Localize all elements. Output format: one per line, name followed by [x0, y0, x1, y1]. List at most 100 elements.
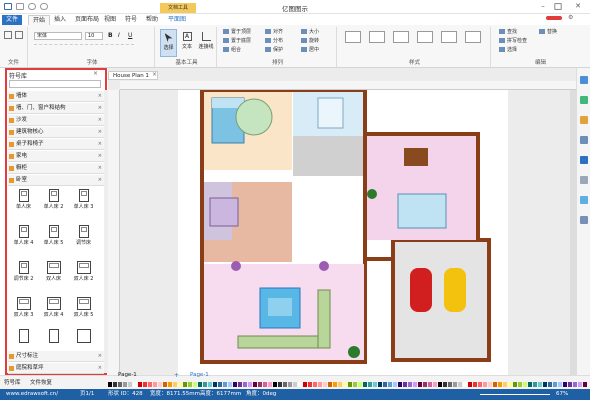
bold-button[interactable]: B	[108, 32, 113, 39]
color-swatch[interactable]	[393, 382, 397, 387]
status-url[interactable]: www.edrawsoft.cn/	[6, 389, 58, 400]
color-swatch[interactable]	[468, 382, 472, 387]
style-swatch[interactable]	[369, 31, 385, 43]
color-swatch[interactable]	[543, 382, 547, 387]
shadow-icon[interactable]	[580, 136, 588, 144]
underline-button[interactable]: U	[128, 32, 132, 39]
color-swatch[interactable]	[208, 382, 212, 387]
italic-button[interactable]: I	[118, 32, 120, 39]
layers-icon[interactable]	[580, 156, 588, 164]
new-icon[interactable]	[4, 31, 12, 39]
shape-double-bed-2[interactable]: 双人床 2	[71, 261, 96, 283]
format-icon[interactable]	[580, 76, 588, 84]
color-swatch[interactable]	[293, 382, 297, 387]
page-icon[interactable]	[580, 176, 588, 184]
color-swatch[interactable]	[203, 382, 207, 387]
menu-symbols[interactable]: 符号	[121, 15, 141, 25]
color-swatch[interactable]	[373, 382, 377, 387]
color-swatch[interactable]	[433, 382, 437, 387]
tab-close-icon[interactable]: ×	[152, 71, 157, 78]
style-swatch[interactable]	[417, 31, 433, 43]
menu-floor-plan[interactable]: 平面图	[164, 15, 190, 25]
color-swatch[interactable]	[403, 382, 407, 387]
menu-insert[interactable]: 插入	[50, 15, 70, 25]
color-swatch[interactable]	[323, 382, 327, 387]
color-swatch[interactable]	[108, 382, 112, 387]
color-swatch[interactable]	[503, 382, 507, 387]
zoom-level[interactable]: 67%	[556, 389, 568, 400]
color-swatch[interactable]	[548, 382, 552, 387]
color-swatch[interactable]	[408, 382, 412, 387]
panel-tab-library[interactable]: 符号库	[4, 378, 21, 386]
shape-adjustable-bed-2[interactable]: 调节床 2	[11, 261, 36, 283]
fill-icon[interactable]	[580, 96, 588, 104]
shape-single-bed-2[interactable]: 单人床 2	[41, 189, 66, 211]
color-swatch[interactable]	[128, 382, 132, 387]
color-swatch[interactable]	[153, 382, 157, 387]
color-swatch[interactable]	[198, 382, 202, 387]
library-close-icon[interactable]: ×	[93, 70, 98, 77]
category-cabinets[interactable]: 橱柜 ×	[8, 163, 104, 174]
panel-tab-recovery[interactable]: 文件恢复	[30, 378, 52, 386]
menu-page-layout[interactable]: 页面布局	[71, 15, 103, 25]
color-swatch[interactable]	[398, 382, 402, 387]
shape-single-bed-4[interactable]: 单人床 4	[11, 225, 36, 247]
color-swatch[interactable]	[163, 382, 167, 387]
color-swatch[interactable]	[358, 382, 362, 387]
color-swatch[interactable]	[148, 382, 152, 387]
category-building-core[interactable]: 建筑物核心 ×	[8, 127, 104, 138]
color-swatch[interactable]	[463, 382, 467, 387]
color-swatch[interactable]	[248, 382, 252, 387]
color-swatch[interactable]	[193, 382, 197, 387]
color-swatch[interactable]	[378, 382, 382, 387]
select-menu-button[interactable]: 选择	[499, 47, 517, 54]
color-swatch[interactable]	[388, 382, 392, 387]
color-swatch[interactable]	[263, 382, 267, 387]
color-swatch[interactable]	[233, 382, 237, 387]
color-swatch[interactable]	[443, 382, 447, 387]
color-swatch[interactable]	[413, 382, 417, 387]
shape-double-bed[interactable]: 双人床	[41, 261, 66, 283]
color-swatch[interactable]	[173, 382, 177, 387]
color-swatch[interactable]	[508, 382, 512, 387]
color-swatch[interactable]	[483, 382, 487, 387]
color-swatch[interactable]	[513, 382, 517, 387]
category-dimensions[interactable]: 尺寸标注 ×	[8, 351, 104, 362]
color-swatch[interactable]	[538, 382, 542, 387]
color-swatch[interactable]	[368, 382, 372, 387]
color-swatch[interactable]	[183, 382, 187, 387]
protect-button[interactable]: 保护	[265, 47, 283, 54]
tab-page-1[interactable]: Page-1	[190, 372, 209, 378]
color-swatch[interactable]	[573, 382, 577, 387]
text-button[interactable]: A 文本	[179, 29, 195, 57]
connector-button[interactable]: 连接线	[196, 29, 216, 57]
category-walls[interactable]: 墙体 ×	[8, 91, 104, 102]
color-swatch[interactable]	[298, 382, 302, 387]
category-bedroom[interactable]: 卧室 ×	[8, 175, 104, 186]
page-selector[interactable]: Page-1	[118, 372, 168, 380]
color-swatch[interactable]	[458, 382, 462, 387]
drawing-page[interactable]	[178, 88, 508, 375]
color-swatch[interactable]	[333, 382, 337, 387]
color-swatch[interactable]	[553, 382, 557, 387]
replace-button[interactable]: 替换	[539, 29, 557, 36]
comment-icon[interactable]	[580, 196, 588, 204]
color-swatch[interactable]	[303, 382, 307, 387]
shape-single-bed[interactable]: 单人床	[11, 189, 36, 211]
settings-icon[interactable]: ⚙	[568, 14, 573, 21]
color-swatch[interactable]	[578, 382, 582, 387]
color-swatch[interactable]	[308, 382, 312, 387]
color-swatch[interactable]	[118, 382, 122, 387]
color-swatch[interactable]	[168, 382, 172, 387]
color-swatch[interactable]	[273, 382, 277, 387]
color-swatch[interactable]	[133, 382, 137, 387]
zoom-slider[interactable]	[480, 394, 550, 395]
send-back-button[interactable]: 置于底层	[223, 38, 251, 45]
color-swatch[interactable]	[363, 382, 367, 387]
bring-front-button[interactable]: 置于顶层	[223, 29, 251, 36]
close-icon[interactable]: ✕	[573, 1, 583, 11]
style-swatch[interactable]	[441, 31, 457, 43]
color-swatch[interactable]	[418, 382, 422, 387]
menu-file[interactable]: 文件	[2, 15, 23, 25]
font-size-select[interactable]: 10	[85, 32, 103, 40]
